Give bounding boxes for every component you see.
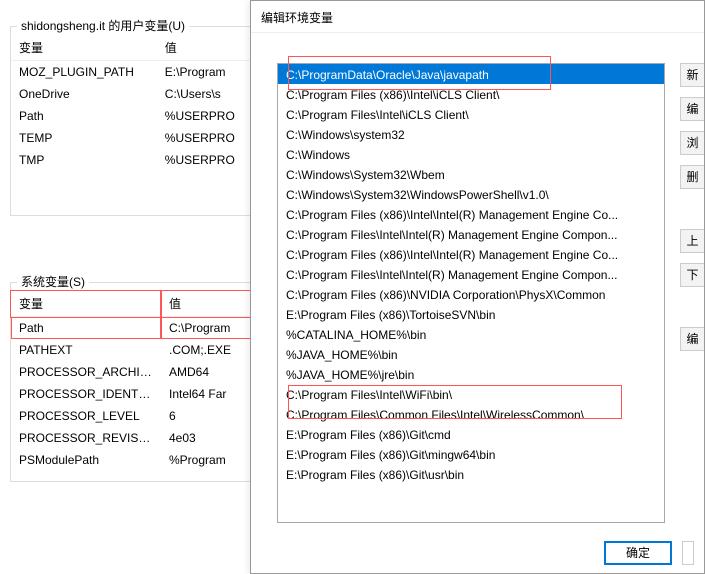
dialog-bottom-bar: 确定 <box>604 541 694 565</box>
edit-button[interactable]: 编 <box>680 97 704 121</box>
path-entry-item[interactable]: C:\Program Files (x86)\NVIDIA Corporatio… <box>278 284 664 304</box>
var-cell: OneDrive <box>11 83 157 105</box>
var-cell: MOZ_PLUGIN_PATH <box>11 61 157 84</box>
side-button-column: 新 编 浏览 删 上 下 编辑 <box>680 63 704 351</box>
var-cell: TEMP <box>11 127 157 149</box>
table-row[interactable]: TEMP%USERPRO <box>11 127 254 149</box>
table-row[interactable]: TMP%USERPRO <box>11 149 254 171</box>
var-cell: PSModulePath <box>11 449 161 471</box>
table-row[interactable]: PATHEXT.COM;.EXE <box>11 339 254 361</box>
path-entry-item[interactable]: C:\Windows\System32\Wbem <box>278 164 664 184</box>
move-up-button[interactable]: 上 <box>680 229 704 253</box>
path-entry-item[interactable]: C:\Windows <box>278 144 664 164</box>
path-entries-listbox[interactable]: C:\ProgramData\Oracle\Java\javapathC:\Pr… <box>277 63 665 523</box>
val-cell: %USERPRO <box>157 105 254 127</box>
col-header-value[interactable]: 值 <box>161 291 254 317</box>
new-button[interactable]: 新 <box>680 63 704 87</box>
table-row[interactable]: MOZ_PLUGIN_PATHE:\Program <box>11 61 254 84</box>
var-cell: Path <box>11 317 161 340</box>
table-row[interactable]: PathC:\Program <box>11 317 254 340</box>
table-row[interactable]: PROCESSOR_LEVEL6 <box>11 405 254 427</box>
table-row[interactable]: PROCESSOR_REVISION4e03 <box>11 427 254 449</box>
val-cell: %USERPRO <box>157 149 254 171</box>
table-row[interactable]: OneDriveC:\Users\s <box>11 83 254 105</box>
val-cell: AMD64 <box>161 361 254 383</box>
user-variables-group: shidongsheng.it 的用户变量(U) 变量 值 MOZ_PLUGIN… <box>10 26 255 216</box>
val-cell: .COM;.EXE <box>161 339 254 361</box>
val-cell: %Program <box>161 449 254 471</box>
val-cell: C:\Program <box>161 317 254 340</box>
path-entry-item[interactable]: E:\Program Files (x86)\Git\mingw64\bin <box>278 444 664 464</box>
path-entry-item[interactable]: C:\Program Files (x86)\Intel\Intel(R) Ma… <box>278 204 664 224</box>
move-down-button[interactable]: 下 <box>680 263 704 287</box>
val-cell: 4e03 <box>161 427 254 449</box>
env-vars-window: shidongsheng.it 的用户变量(U) 变量 值 MOZ_PLUGIN… <box>0 0 265 574</box>
dialog-title: 编辑环境变量 <box>251 1 704 33</box>
path-entry-item[interactable]: C:\ProgramData\Oracle\Java\javapath <box>278 64 664 84</box>
path-entry-item[interactable]: C:\Program Files\Intel\Intel(R) Manageme… <box>278 264 664 284</box>
path-entry-item[interactable]: E:\Program Files (x86)\Git\cmd <box>278 424 664 444</box>
delete-button[interactable]: 删 <box>680 165 704 189</box>
path-entry-item[interactable]: C:\Program Files\Common Files\Intel\Wire… <box>278 404 664 424</box>
val-cell: %USERPRO <box>157 127 254 149</box>
col-header-variable[interactable]: 变量 <box>11 291 161 317</box>
val-cell: Intel64 Far <box>161 383 254 405</box>
var-cell: PROCESSOR_ARCHITECT... <box>11 361 161 383</box>
path-entry-item[interactable]: %CATALINA_HOME%\bin <box>278 324 664 344</box>
path-entry-item[interactable]: E:\Program Files (x86)\TortoiseSVN\bin <box>278 304 664 324</box>
val-cell: E:\Program <box>157 61 254 84</box>
system-variables-group: 系统变量(S) 变量 值 PathC:\ProgramPATHEXT.COM;.… <box>10 282 255 482</box>
cancel-button-partial[interactable] <box>682 541 694 565</box>
col-header-variable[interactable]: 变量 <box>11 35 157 61</box>
path-entry-item[interactable]: C:\Program Files (x86)\Intel\Intel(R) Ma… <box>278 244 664 264</box>
col-header-value[interactable]: 值 <box>157 35 254 61</box>
path-entry-item[interactable]: C:\Program Files\Intel\Intel(R) Manageme… <box>278 224 664 244</box>
edit-text-button[interactable]: 编辑 <box>680 327 704 351</box>
path-entry-item[interactable]: C:\Program Files\Intel\iCLS Client\ <box>278 104 664 124</box>
user-variables-title: shidongsheng.it 的用户变量(U) <box>17 17 189 34</box>
browse-button[interactable]: 浏览 <box>680 131 704 155</box>
var-cell: PATHEXT <box>11 339 161 361</box>
path-entry-item[interactable]: %JAVA_HOME%\jre\bin <box>278 364 664 384</box>
path-entry-item[interactable]: C:\Windows\system32 <box>278 124 664 144</box>
table-row[interactable]: PROCESSOR_ARCHITECT...AMD64 <box>11 361 254 383</box>
system-variables-title: 系统变量(S) <box>17 273 89 290</box>
val-cell: 6 <box>161 405 254 427</box>
var-cell: TMP <box>11 149 157 171</box>
dialog-body: C:\ProgramData\Oracle\Java\javapathC:\Pr… <box>251 33 704 573</box>
system-variables-table[interactable]: 变量 值 PathC:\ProgramPATHEXT.COM;.EXEPROCE… <box>11 291 254 471</box>
table-row[interactable]: PSModulePath%Program <box>11 449 254 471</box>
ok-button[interactable]: 确定 <box>604 541 672 565</box>
table-row[interactable]: PROCESSOR_IDENTIFIERIntel64 Far <box>11 383 254 405</box>
var-cell: PROCESSOR_LEVEL <box>11 405 161 427</box>
var-cell: Path <box>11 105 157 127</box>
val-cell: C:\Users\s <box>157 83 254 105</box>
edit-env-var-dialog: 编辑环境变量 C:\ProgramData\Oracle\Java\javapa… <box>250 0 705 574</box>
user-variables-table[interactable]: 变量 值 MOZ_PLUGIN_PATHE:\ProgramOneDriveC:… <box>11 35 254 171</box>
var-cell: PROCESSOR_IDENTIFIER <box>11 383 161 405</box>
var-cell: PROCESSOR_REVISION <box>11 427 161 449</box>
table-row[interactable]: Path%USERPRO <box>11 105 254 127</box>
path-entry-item[interactable]: C:\Program Files\Intel\WiFi\bin\ <box>278 384 664 404</box>
path-entry-item[interactable]: E:\Program Files (x86)\Git\usr\bin <box>278 464 664 484</box>
path-entry-item[interactable]: C:\Program Files (x86)\Intel\iCLS Client… <box>278 84 664 104</box>
path-entry-item[interactable]: %JAVA_HOME%\bin <box>278 344 664 364</box>
path-entry-item[interactable]: C:\Windows\System32\WindowsPowerShell\v1… <box>278 184 664 204</box>
